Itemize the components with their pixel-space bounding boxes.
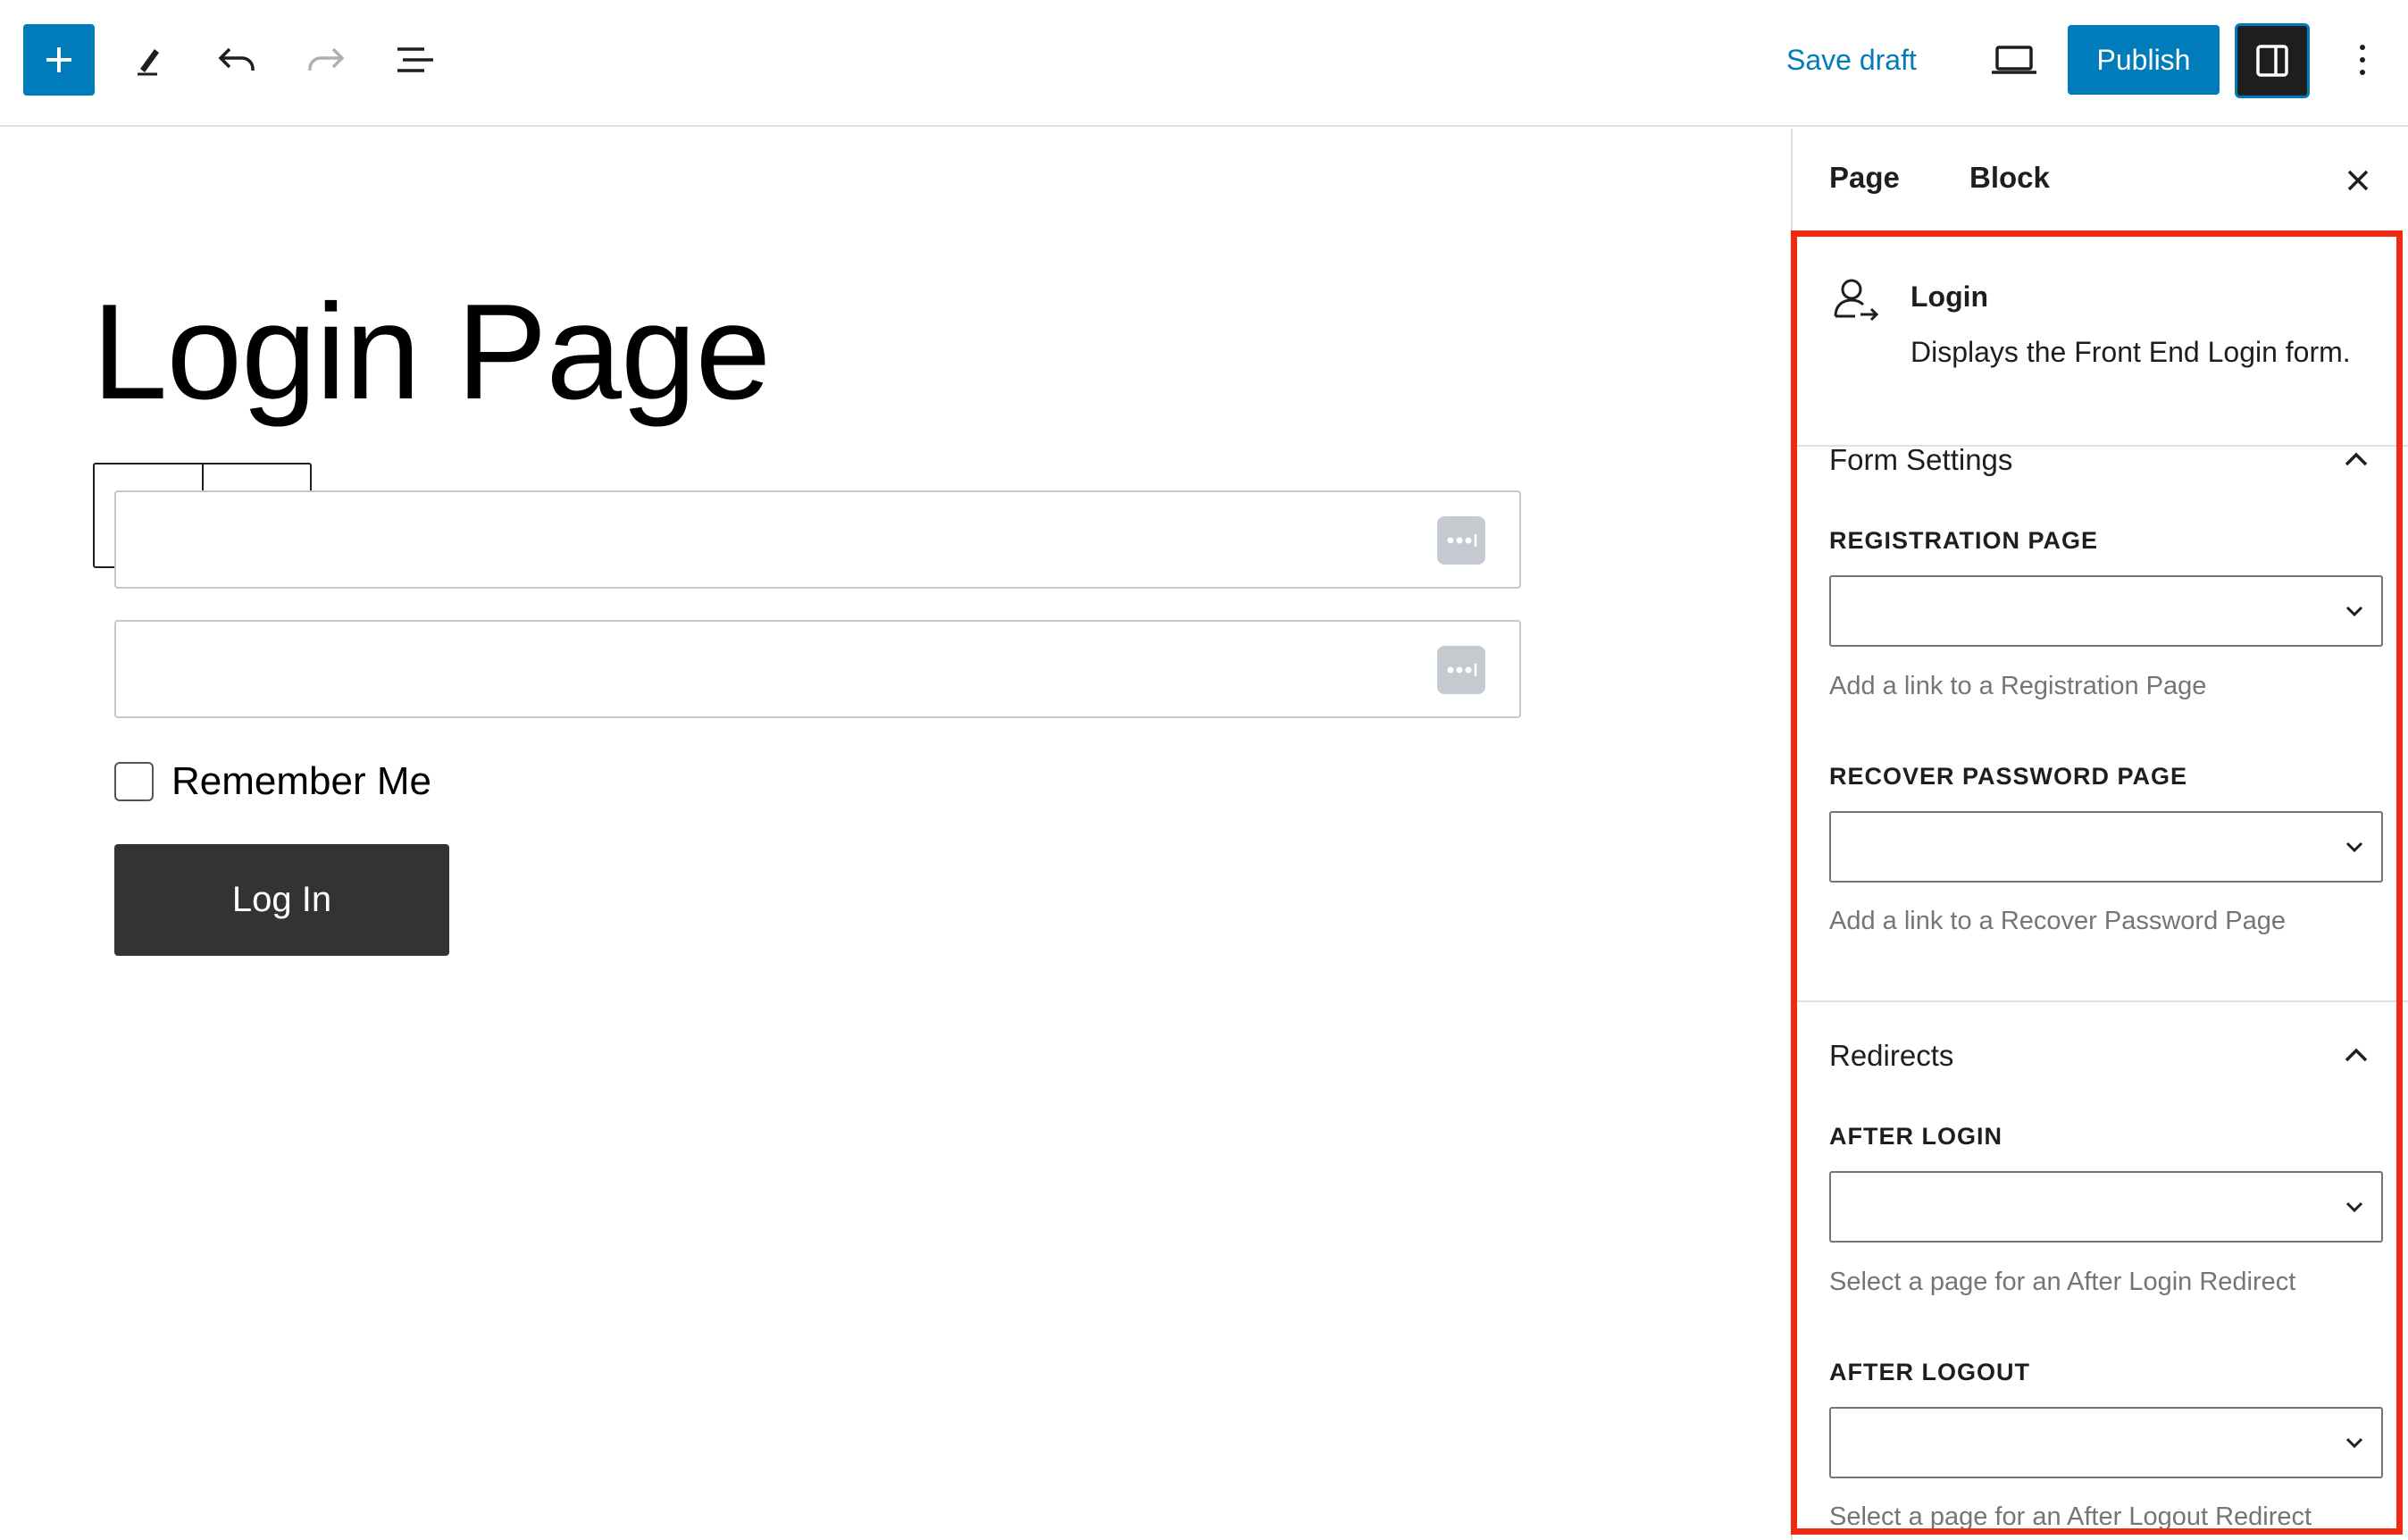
password-manager-icon[interactable] bbox=[1437, 516, 1485, 565]
password-input[interactable] bbox=[114, 620, 1521, 718]
chevron-down-icon bbox=[2340, 597, 2369, 625]
document-overview-button[interactable] bbox=[380, 24, 451, 96]
log-in-button[interactable]: Log In bbox=[114, 844, 449, 956]
preview-button[interactable] bbox=[1978, 24, 2050, 96]
after-logout-select[interactable] bbox=[1829, 1407, 2383, 1478]
recover-password-page-help: Add a link to a Recover Password Page bbox=[1829, 907, 2286, 935]
page-title[interactable]: Login Page bbox=[92, 284, 771, 420]
chevron-up-icon[interactable] bbox=[2340, 443, 2372, 475]
plus-icon bbox=[46, 47, 71, 72]
block-card: Login Displays the Front End Login form. bbox=[1793, 230, 2408, 447]
undo-button[interactable] bbox=[201, 24, 272, 96]
password-manager-icon[interactable] bbox=[1437, 646, 1485, 694]
pencil-icon bbox=[138, 49, 159, 76]
after-login-label: After Login bbox=[1829, 1123, 2002, 1150]
sidebar-tabs: Page Block bbox=[1793, 129, 2408, 229]
chevron-down-icon bbox=[2340, 833, 2369, 861]
after-logout-help: Select a page for an After Logout Redire… bbox=[1829, 1502, 2312, 1531]
redo-icon bbox=[308, 47, 345, 71]
editor-toolbar: Save draft Publish bbox=[0, 0, 2408, 127]
remember-me-checkbox[interactable] bbox=[114, 762, 154, 801]
after-login-help: Select a page for an After Login Redirec… bbox=[1829, 1268, 2296, 1296]
username-input[interactable] bbox=[114, 490, 1521, 589]
settings-sidebar: Page Block Login Displays the Front End … bbox=[1791, 129, 2408, 1540]
remember-me: Remember Me bbox=[114, 759, 431, 804]
chevron-down-icon bbox=[2340, 1428, 2369, 1457]
after-logout-label: After Logout bbox=[1829, 1359, 2030, 1385]
recover-password-page-label: Recover Password Page bbox=[1829, 763, 2188, 790]
form-settings-panel-toggle[interactable]: Form Settings bbox=[1829, 443, 2012, 477]
settings-toggle-button[interactable] bbox=[2235, 23, 2310, 98]
recover-password-page-select[interactable] bbox=[1829, 811, 2383, 883]
block-description: Displays the Front End Login form. bbox=[1911, 336, 2351, 368]
panel-divider bbox=[1793, 1000, 2408, 1002]
registration-page-select[interactable] bbox=[1829, 575, 2383, 647]
chevron-up-icon[interactable] bbox=[2340, 1039, 2372, 1071]
login-icon bbox=[1828, 275, 1882, 330]
editor-canvas: Login Page bbox=[0, 129, 1791, 1540]
undo-icon bbox=[218, 47, 255, 71]
close-sidebar-button[interactable] bbox=[2340, 163, 2376, 198]
options-button[interactable] bbox=[2327, 24, 2398, 96]
desktop-preview-icon bbox=[1992, 46, 2036, 74]
more-vertical-icon bbox=[2360, 45, 2365, 75]
remember-me-label: Remember Me bbox=[171, 759, 431, 803]
redo-button[interactable] bbox=[290, 24, 362, 96]
block-title: Login bbox=[1911, 280, 1989, 313]
tab-page[interactable]: Page bbox=[1829, 161, 1900, 195]
tools-button[interactable] bbox=[112, 24, 183, 96]
tab-block[interactable]: Block bbox=[1969, 161, 2050, 195]
add-block-button[interactable] bbox=[23, 24, 95, 96]
after-login-select[interactable] bbox=[1829, 1171, 2383, 1243]
registration-page-help: Add a link to a Registration Page bbox=[1829, 672, 2207, 700]
close-icon bbox=[2347, 170, 2369, 191]
sidebar-toggle-icon bbox=[2256, 45, 2288, 77]
registration-page-label: Registration Page bbox=[1829, 527, 2099, 554]
publish-button[interactable]: Publish bbox=[2068, 25, 2220, 95]
list-view-icon bbox=[397, 47, 433, 72]
chevron-down-icon bbox=[2340, 1193, 2369, 1221]
redirects-panel-toggle[interactable]: Redirects bbox=[1829, 1039, 1953, 1073]
save-draft-button[interactable]: Save draft bbox=[1786, 32, 1917, 88]
